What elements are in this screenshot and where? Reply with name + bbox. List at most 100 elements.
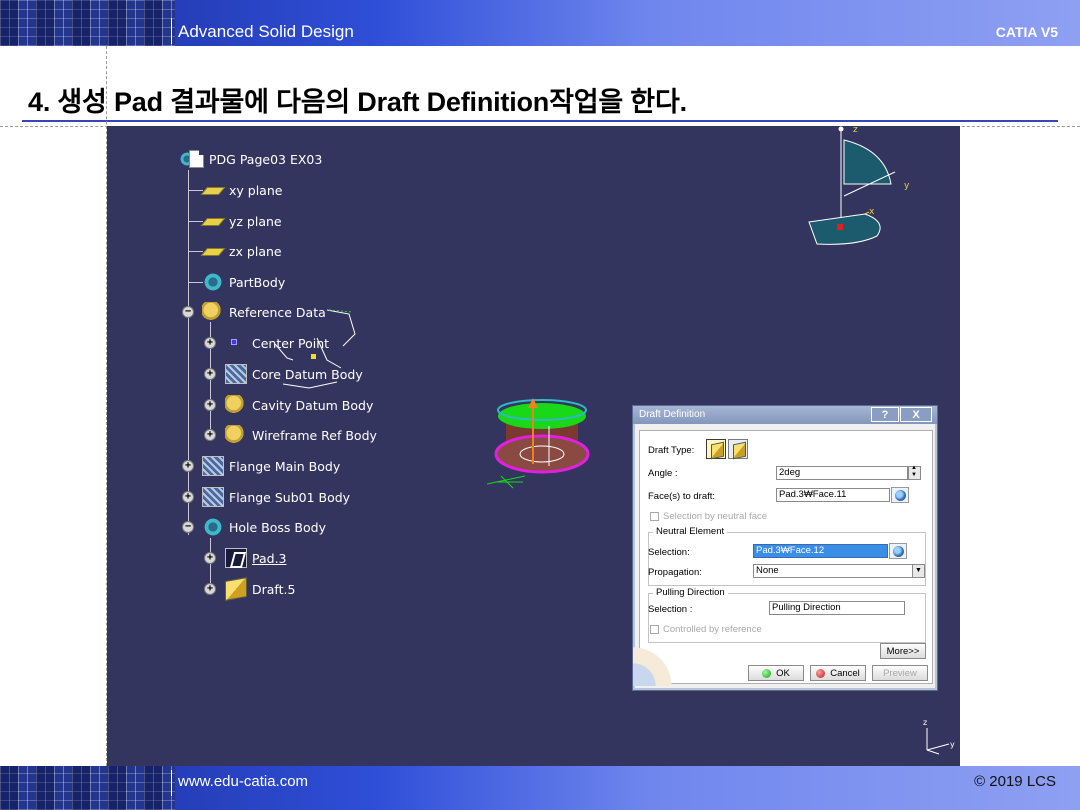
ok-status-icon: [762, 668, 772, 678]
help-button[interactable]: ?: [871, 407, 899, 422]
catia-viewport[interactable]: PDG Page03 EX03 xy plane yz plane zx pla…: [107, 126, 960, 766]
tree-collapse-hole-boss[interactable]: −: [182, 521, 194, 533]
tree-item-label: yz plane: [229, 213, 282, 229]
tree-collapse-reference-data[interactable]: −: [182, 306, 194, 318]
preview-button-label: Preview: [883, 667, 917, 679]
neutral-selection-label: Selection:: [648, 547, 690, 558]
cancel-status-icon: [816, 668, 826, 678]
help-glyph: ?: [881, 408, 889, 421]
hand-body-icon: [225, 395, 247, 415]
mini-axis-z-label: z: [923, 718, 927, 727]
dialog-titlebar[interactable]: Draft Definition ? X: [633, 406, 937, 424]
tree-item-pad3[interactable]: Pad.3: [225, 546, 287, 570]
draft-type-constant-button[interactable]: [706, 439, 726, 459]
plane-icon: [202, 211, 224, 231]
tree-expand-center-point[interactable]: +: [204, 337, 216, 349]
tree-item-xy-plane[interactable]: xy plane: [202, 178, 282, 202]
tree-expand-pad3[interactable]: +: [204, 552, 216, 564]
tree-item-label: PartBody: [229, 274, 286, 290]
tree-expand-flange-main[interactable]: +: [182, 460, 194, 472]
tree-item-label: Hole Boss Body: [229, 519, 326, 535]
close-button[interactable]: X: [900, 407, 932, 422]
ok-button[interactable]: OK: [748, 665, 804, 681]
header-band: Advanced Solid Design CATIA V5: [0, 0, 1080, 46]
angle-label: Angle :: [648, 468, 678, 479]
point-icon: [225, 333, 247, 353]
angle-spinner[interactable]: [908, 465, 921, 480]
footer-band: www.edu-catia.com © 2019 LCS: [0, 766, 1080, 810]
expand-glyph: +: [206, 368, 214, 379]
draft-type-variable-button[interactable]: [728, 439, 748, 459]
body-icon: [202, 487, 224, 507]
footer-pattern: [0, 766, 175, 810]
tree-item-label: Cavity Datum Body: [252, 397, 374, 413]
pad-part-3d[interactable]: [487, 396, 597, 496]
tree-root[interactable]: PDG Page03 EX03: [179, 147, 322, 171]
tree-item-partbody[interactable]: PartBody: [202, 270, 285, 294]
chevron-down-icon[interactable]: ▼: [912, 565, 924, 577]
tree-item-yz-plane[interactable]: yz plane: [202, 209, 282, 233]
footer-divider: [171, 770, 172, 796]
tree-item-label: xy plane: [229, 182, 283, 198]
propagation-label: Propagation:: [648, 567, 702, 578]
more-button[interactable]: More>>: [880, 643, 926, 659]
faces-to-draft-label: Face(s) to draft:: [648, 491, 716, 502]
tree-item-wireframe-ref-body[interactable]: Wireframe Ref Body: [225, 423, 377, 447]
close-icon: X: [912, 408, 920, 421]
tree-item-cavity-datum-body[interactable]: Cavity Datum Body: [225, 393, 373, 417]
tree-expand-cavity-datum[interactable]: +: [204, 399, 216, 411]
tree-item-flange-sub01-body[interactable]: Flange Sub01 Body: [202, 485, 350, 509]
document-icon: [189, 150, 204, 168]
expand-glyph: +: [206, 552, 214, 563]
tree-connector: [189, 190, 203, 191]
angle-input[interactable]: 2deg: [776, 466, 908, 480]
expand-glyph: +: [184, 460, 192, 471]
expand-glyph: +: [206, 583, 214, 594]
tree-item-hole-boss-body[interactable]: Hole Boss Body: [202, 515, 326, 539]
selection-by-neutral-checkbox[interactable]: [650, 512, 659, 521]
mini-axis-y-label: y: [950, 740, 955, 749]
tree-item-flange-main-body[interactable]: Flange Main Body: [202, 454, 340, 478]
controlled-by-reference-checkbox[interactable]: [650, 625, 659, 634]
faces-selection-icon[interactable]: [891, 487, 909, 503]
tree-expand-wireframe[interactable]: +: [204, 429, 216, 441]
collapse-glyph: −: [184, 521, 192, 532]
heading-rule: [22, 120, 1058, 122]
tree-expand-flange-sub[interactable]: +: [182, 491, 194, 503]
dialog-decoration: [633, 644, 681, 686]
pulling-selection-input[interactable]: Pulling Direction: [769, 601, 905, 615]
plane-icon: [202, 180, 224, 200]
compass-y-label: y: [904, 181, 910, 191]
tree-connector: [189, 282, 203, 283]
expand-glyph: +: [206, 399, 214, 410]
selection-by-neutral-label: Selection by neutral face: [663, 511, 768, 522]
propagation-select[interactable]: None ▼: [753, 564, 925, 578]
pulling-selection-label: Selection :: [648, 604, 693, 615]
tree-expand-draft5[interactable]: +: [204, 583, 216, 595]
body-gear-icon: [202, 517, 224, 537]
propagation-value: None: [756, 565, 779, 576]
website-link[interactable]: www.edu-catia.com: [178, 773, 308, 790]
axis-compass[interactable]: z y x: [807, 126, 927, 256]
cancel-button[interactable]: Cancel: [810, 665, 866, 681]
course-title: Advanced Solid Design: [178, 22, 354, 41]
slide-heading: 4. 생성 Pad 결과물에 다음의 Draft Definition작업을 한…: [28, 87, 687, 117]
pulling-direction-title: Pulling Direction: [653, 587, 728, 598]
tree-root-label: PDG Page03 EX03: [209, 151, 323, 167]
faces-to-draft-input[interactable]: Pad.3₩Face.11: [776, 488, 890, 502]
neutral-selection-input[interactable]: Pad.3₩Face.12: [753, 544, 888, 558]
tree-item-label: zx plane: [229, 243, 282, 259]
hand-body-icon: [225, 425, 247, 445]
reference-wireframe-sketch: [274, 309, 356, 389]
neutral-selection-icon[interactable]: [889, 543, 907, 559]
expand-glyph: +: [206, 337, 214, 348]
tree-expand-core-datum[interactable]: +: [204, 368, 216, 380]
dialog-title: Draft Definition: [639, 409, 706, 420]
preview-button[interactable]: Preview: [872, 665, 928, 681]
controlled-by-reference-label: Controlled by reference: [663, 624, 762, 635]
tree-item-zx-plane[interactable]: zx plane: [202, 239, 282, 263]
collapse-glyph: −: [184, 306, 192, 317]
partbody-gear-icon: [202, 272, 224, 292]
tree-item-draft5[interactable]: Draft.5: [225, 577, 295, 601]
copyright-text: © 2019 LCS: [974, 773, 1056, 790]
